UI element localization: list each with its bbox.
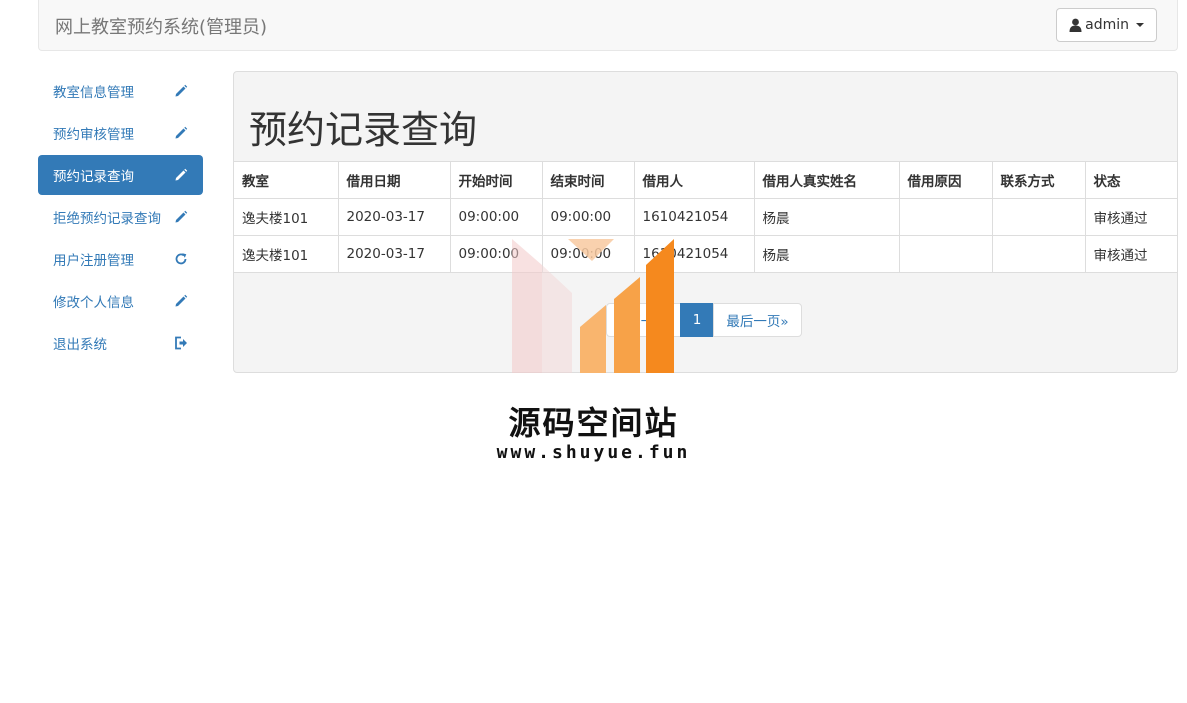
column-header: 借用人真实姓名 (753, 161, 900, 199)
sidebar-item-label: 预约审核管理 (53, 127, 134, 143)
logout-icon (173, 335, 189, 351)
pencil-icon (173, 167, 189, 183)
column-header: 结束时间 (541, 161, 635, 199)
pagination-last[interactable]: 最后一页» (713, 303, 802, 337)
sidebar-item-booking-review[interactable]: 预约审核管理 (38, 113, 203, 153)
table-cell (991, 198, 1086, 236)
sidebar: 教室信息管理 预约审核管理 预约记录查询 拒绝预约记录查询 用户注册管理 修改个… (38, 71, 203, 365)
column-header: 借用日期 (337, 161, 451, 199)
sidebar-item-logout[interactable]: 退出系统 (38, 323, 203, 363)
table-cell: 1610421054 (633, 198, 755, 236)
user-menu-button[interactable]: admin (1056, 8, 1157, 42)
column-header: 联系方式 (991, 161, 1086, 199)
sidebar-item-label: 用户注册管理 (53, 253, 134, 269)
table-cell: 09:00:00 (541, 198, 635, 236)
user-name: admin (1085, 17, 1129, 33)
table-cell (898, 198, 993, 236)
table-cell: 杨晨 (753, 198, 900, 236)
table-cell (991, 235, 1086, 273)
sidebar-item-label: 退出系统 (53, 337, 107, 353)
table-cell: 审核通过 (1084, 235, 1177, 273)
table-cell: 2020-03-17 (337, 235, 451, 273)
watermark-url: www.shuyue.fun (496, 442, 691, 463)
table-row: 逸夫楼101 2020-03-17 09:00:00 09:00:00 1610… (234, 235, 1177, 273)
column-header: 借用人 (633, 161, 755, 199)
column-header: 状态 (1084, 161, 1177, 199)
refresh-icon (173, 251, 189, 267)
user-icon (1069, 18, 1082, 32)
page-title: 预约记录查询 (249, 108, 478, 152)
main-panel: 预约记录查询 教室 借用日期 开始时间 结束时间 借用人 借用人真实姓名 借用原… (233, 71, 1178, 373)
sidebar-item-booking-records[interactable]: 预约记录查询 (38, 155, 203, 195)
column-header: 开始时间 (449, 161, 543, 199)
table-cell: 审核通过 (1084, 198, 1177, 236)
watermark-logo (512, 239, 674, 373)
table-cell: 逸夫楼101 (234, 198, 339, 236)
table-cell: 2020-03-17 (337, 198, 451, 236)
pencil-icon (173, 125, 189, 141)
sidebar-item-edit-profile[interactable]: 修改个人信息 (38, 281, 203, 321)
sidebar-item-label: 拒绝预约记录查询 (53, 211, 161, 227)
records-table: 教室 借用日期 开始时间 结束时间 借用人 借用人真实姓名 借用原因 联系方式 … (234, 161, 1177, 273)
table-row: 逸夫楼101 2020-03-17 09:00:00 09:00:00 1610… (234, 198, 1177, 236)
column-header: 教室 (234, 161, 339, 199)
pencil-icon (173, 293, 189, 309)
sidebar-item-rejected-records[interactable]: 拒绝预约记录查询 (38, 197, 203, 237)
table-cell: 逸夫楼101 (234, 235, 339, 273)
watermark-title: 源码空间站 (508, 404, 679, 442)
pencil-icon (173, 209, 189, 225)
sidebar-item-user-registration[interactable]: 用户注册管理 (38, 239, 203, 279)
top-navbar: 网上教室预约系统(管理员) admin (38, 0, 1178, 51)
sidebar-item-label: 教室信息管理 (53, 85, 134, 101)
table-cell: 杨晨 (753, 235, 900, 273)
chevron-down-icon (1136, 23, 1144, 27)
sidebar-item-label: 预约记录查询 (53, 169, 134, 185)
table-cell: 09:00:00 (449, 198, 543, 236)
table-cell (898, 235, 993, 273)
pencil-icon (173, 83, 189, 99)
table-header-row: 教室 借用日期 开始时间 结束时间 借用人 借用人真实姓名 借用原因 联系方式 … (234, 161, 1177, 199)
column-header: 借用原因 (898, 161, 993, 199)
app-brand[interactable]: 网上教室预约系统(管理员) (55, 13, 267, 39)
sidebar-item-label: 修改个人信息 (53, 295, 134, 311)
sidebar-item-classroom-info[interactable]: 教室信息管理 (38, 71, 203, 111)
pagination-current-page[interactable]: 1 (679, 303, 715, 337)
